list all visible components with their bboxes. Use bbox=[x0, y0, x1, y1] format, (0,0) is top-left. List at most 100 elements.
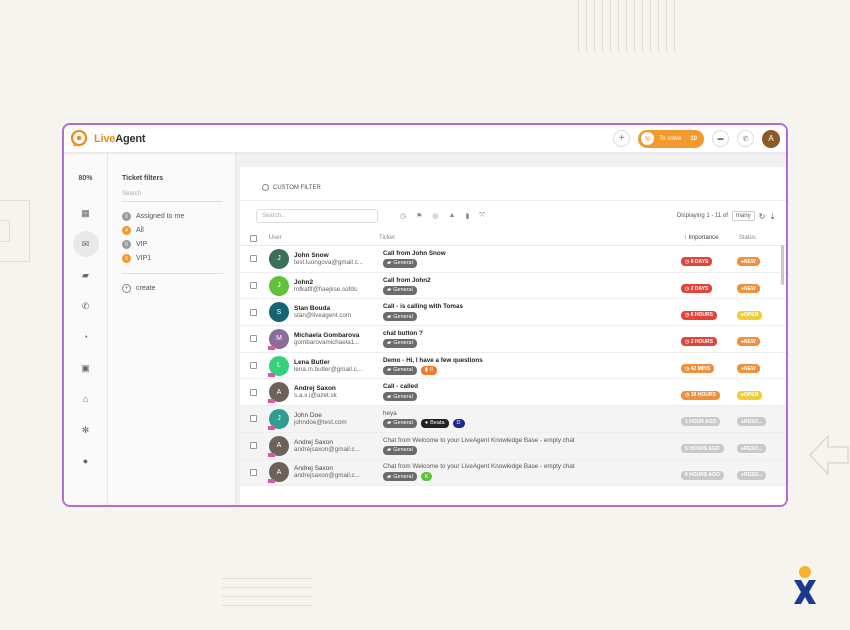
table-row[interactable]: L Lena Butler lena.m.butler@gmail.c... D… bbox=[240, 353, 786, 380]
merge-icon[interactable]: ⤧ bbox=[479, 212, 485, 220]
nav-settings[interactable]: ✻ bbox=[73, 417, 99, 443]
table-row[interactable]: J John Doe johndoe@test.com heya ▰ Genera… bbox=[240, 406, 786, 433]
user-cell: J John Doe johndoe@test.com bbox=[268, 408, 381, 430]
avatar-initial: J bbox=[277, 255, 281, 263]
ticket-tag[interactable]: ▰ General bbox=[383, 392, 417, 402]
nav-tickets[interactable]: ✉ bbox=[72, 231, 99, 257]
clock-icon[interactable]: ◷ bbox=[400, 212, 406, 220]
ticket-tag[interactable]: ▰ General bbox=[383, 418, 417, 428]
user-email: stan@liveagent.com bbox=[294, 312, 352, 320]
filter-item[interactable]: 3 VIP1 bbox=[122, 254, 223, 263]
scrollbar[interactable] bbox=[781, 245, 784, 285]
to-solve-button[interactable]: ✉ To solve 10 bbox=[638, 129, 704, 148]
column-header-importance[interactable]: ↑ Importance bbox=[684, 235, 739, 241]
nav-calls[interactable]: ✆ bbox=[73, 293, 99, 319]
avatar: M bbox=[268, 328, 289, 350]
select-all-checkbox[interactable] bbox=[250, 234, 257, 242]
flag-icon bbox=[268, 425, 275, 430]
ticket-tag[interactable]: ▰ General bbox=[383, 472, 417, 482]
user-cell: A Andrej Saxon andrejsaxon@gmail.c... bbox=[268, 462, 381, 484]
filters-search-input[interactable]: Search bbox=[122, 191, 223, 202]
column-header-user[interactable]: User bbox=[269, 235, 379, 241]
top-bar: LiveAgent + ✉ To solve 10 ▬ ✆ A bbox=[64, 125, 786, 153]
info-icon: ● bbox=[424, 420, 429, 427]
status-badge: ● RESO... bbox=[737, 470, 767, 480]
to-solve-count: 10 bbox=[690, 135, 697, 142]
avatar-initial: S bbox=[276, 308, 282, 316]
filter-item[interactable]: 0 Assigned to me bbox=[122, 212, 223, 221]
flag-icon bbox=[268, 479, 275, 484]
spam-icon[interactable]: ▲ bbox=[449, 212, 456, 220]
create-filter-button[interactable]: + create bbox=[122, 284, 223, 293]
filter-circle-icon bbox=[262, 184, 269, 191]
chat-bubble-icon: ▬ bbox=[717, 135, 724, 142]
phone-icon: ✆ bbox=[81, 300, 90, 311]
row-checkbox[interactable] bbox=[250, 282, 257, 290]
nav-plugins[interactable]: ● bbox=[73, 448, 99, 474]
ticket-filters-panel: Ticket filters Search 0 Assigned to me 4 … bbox=[108, 153, 236, 505]
ticket-search-input[interactable]: Search... bbox=[256, 209, 378, 223]
left-navigation: 80% ▦ ✉ ▰ ✆ ◔ ▣ ⌂ ✻ ● bbox=[64, 153, 108, 505]
row-checkbox[interactable] bbox=[250, 308, 257, 316]
ticket-tag[interactable]: ▰ General bbox=[383, 312, 417, 322]
table-row[interactable]: A Andrej Saxon andrejsaxon@gmail.c... Ch… bbox=[240, 432, 786, 460]
avatar-initial: M bbox=[276, 335, 282, 343]
column-header-ticket[interactable]: Ticket bbox=[379, 235, 684, 241]
ticket-tag[interactable]: K bbox=[420, 472, 433, 482]
check-circle-icon[interactable]: ◎ bbox=[432, 212, 438, 220]
row-checkbox[interactable] bbox=[250, 335, 257, 343]
table-row[interactable]: M Michaela Gombarova gombarovamichaela1.… bbox=[240, 326, 786, 353]
ticket-tag[interactable]: ▰ General bbox=[383, 338, 417, 348]
status-badge: ● NEW bbox=[737, 337, 760, 347]
table-row[interactable]: S Stan Bouda stan@liveagent.com Call - i… bbox=[240, 299, 786, 327]
nav-chats[interactable]: ▰ bbox=[73, 262, 99, 288]
many-select[interactable]: many bbox=[731, 211, 755, 221]
trash-icon[interactable]: ▮ bbox=[465, 212, 469, 220]
contacts-icon: ▣ bbox=[81, 362, 90, 373]
ticket-tag[interactable]: ▰ General bbox=[383, 445, 417, 455]
table-row[interactable]: J John Snow test.luongova@gmail.c... Cal… bbox=[240, 246, 786, 273]
nav-dashboard[interactable]: ▦ bbox=[73, 200, 99, 226]
ticket-tag[interactable]: ▰ General bbox=[383, 365, 417, 375]
row-checkbox[interactable] bbox=[250, 362, 257, 370]
flag-icon[interactable]: ⚑ bbox=[416, 212, 422, 220]
zoom-level[interactable]: 80% bbox=[78, 175, 92, 182]
ticket-tag[interactable]: ▮ II bbox=[420, 365, 437, 375]
column-header-status[interactable]: Status bbox=[739, 235, 786, 241]
filter-item[interactable]: 4 All bbox=[122, 226, 223, 235]
table-row[interactable]: A Andrej Saxon andrejsaxon@gmail.c... Ch… bbox=[240, 459, 786, 487]
sort-icon[interactable]: ⇣ bbox=[769, 212, 776, 221]
call-button[interactable]: ✆ bbox=[737, 130, 754, 147]
ticket-subject: Chat from Welcome to your LiveAgent Know… bbox=[383, 436, 575, 444]
table-row[interactable]: J John2 mfkaflf@fiaejkse.sofds Call from… bbox=[240, 273, 786, 300]
status-cell: ● NEW bbox=[737, 250, 785, 268]
row-checkbox[interactable] bbox=[250, 442, 257, 450]
user-email: andrejsaxon@gmail.c... bbox=[294, 472, 360, 480]
ticket-tag[interactable]: ● Beata bbox=[420, 418, 449, 428]
status-cell: ● NEW bbox=[737, 357, 785, 375]
flag-icon bbox=[268, 372, 275, 377]
liveagent-logo[interactable]: LiveAgent bbox=[70, 129, 146, 148]
importance-cell: ◷ 8 DAYS bbox=[681, 250, 737, 268]
chat-button[interactable]: ▬ bbox=[712, 130, 729, 147]
row-checkbox[interactable] bbox=[250, 468, 257, 476]
table-row[interactable]: A Andrej Saxon s.a.x.i@azet.sk Call - ca… bbox=[240, 379, 786, 407]
custom-filter-button[interactable]: CUSTOM FILTER bbox=[262, 184, 321, 191]
tag-label: General bbox=[393, 473, 413, 480]
row-checkbox[interactable] bbox=[250, 415, 257, 423]
filter-item[interactable]: 0 VIP bbox=[122, 240, 223, 249]
user-email: gombarovamichaela1... bbox=[294, 338, 360, 346]
row-checkbox[interactable] bbox=[250, 388, 257, 396]
nav-contacts[interactable]: ▣ bbox=[73, 355, 99, 381]
importance-badge: 5 HOURS AGO bbox=[681, 444, 724, 454]
add-button[interactable]: + bbox=[613, 130, 631, 147]
ticket-tag[interactable]: ▰ General bbox=[383, 258, 417, 268]
user-avatar[interactable]: A bbox=[762, 129, 780, 148]
refresh-icon[interactable]: ↻ bbox=[759, 212, 766, 221]
nav-knowledgebase[interactable]: ⌂ bbox=[73, 386, 99, 412]
row-checkbox[interactable] bbox=[250, 255, 257, 263]
user-email: test.luongova@gmail.c... bbox=[294, 258, 364, 266]
ticket-tag[interactable]: D bbox=[452, 418, 465, 428]
nav-reports[interactable]: ◔ bbox=[73, 324, 99, 350]
ticket-tag[interactable]: ▰ General bbox=[383, 285, 417, 295]
